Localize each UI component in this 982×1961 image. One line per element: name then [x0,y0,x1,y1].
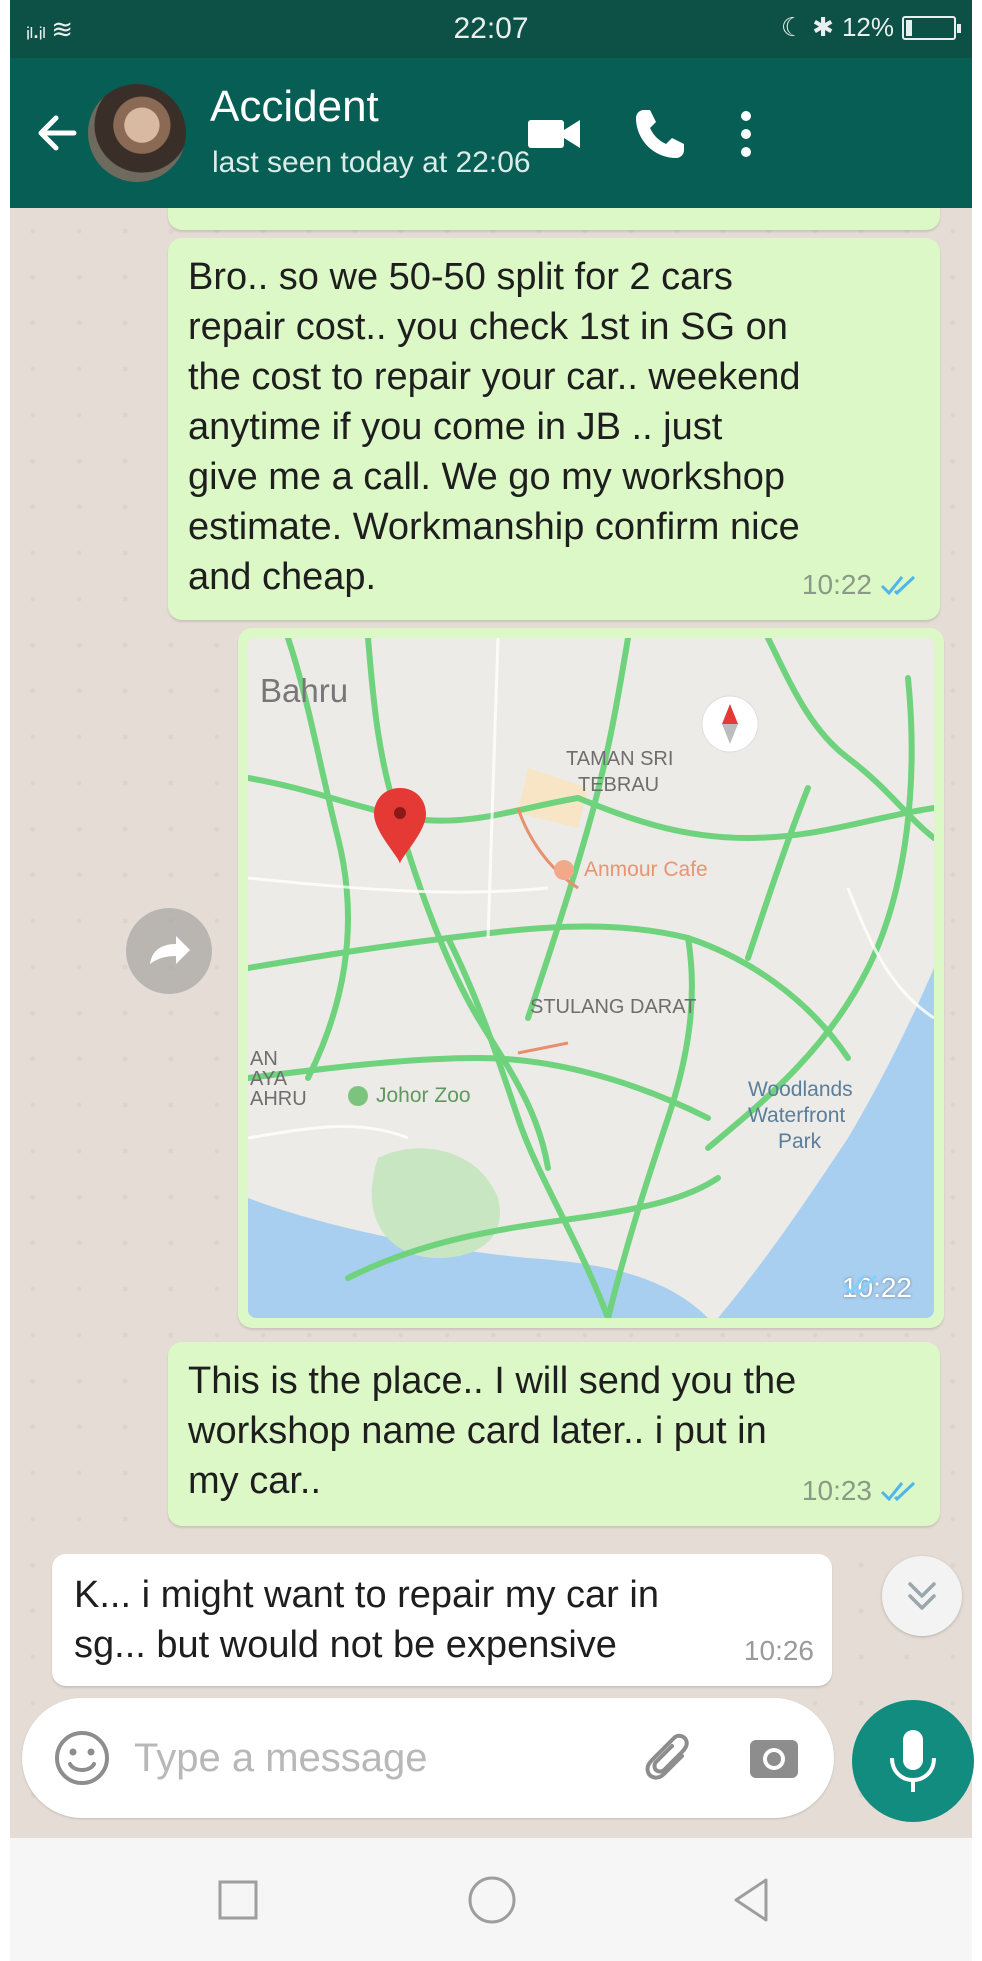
read-ticks-icon [880,575,916,596]
message-meta: 10:22 [802,560,922,610]
message-line: This is the place.. I will send you the [188,1360,797,1402]
voice-record-button[interactable] [852,1700,974,1822]
map-label: TEBRAU [578,774,660,796]
contact-name[interactable]: Accident [210,82,379,132]
forward-button[interactable] [126,908,212,994]
cafe-marker-icon [554,860,574,880]
back-arrow-icon[interactable] [30,106,84,160]
message-line: estimate. Workmanship confirm nice [188,506,800,548]
more-options-icon[interactable] [714,102,778,166]
read-ticks-icon [880,1481,916,1502]
last-seen-status: last seen today at 22:06 [212,146,531,179]
map-label: Waterfront [748,1104,846,1127]
status-bar: ᵢₗ.ᵢₗ ≋ 22:07 ☾ ✱ 12% [10,0,972,58]
read-ticks-icon [842,1274,877,1295]
battery-fill [906,19,912,36]
message-time: 10:26 [743,1635,814,1666]
message-time: 10:23 [801,1475,872,1506]
message-line: repair cost.. you check 1st in SG on [188,306,788,348]
message-line: give me a call. We go my workshop [188,456,785,498]
outgoing-message-bubble[interactable]: This is the place.. I will send you the … [168,1342,940,1526]
map-label: AHRU [250,1088,307,1110]
scroll-to-bottom-button[interactable] [882,1556,962,1636]
message-line: Bro.. so we 50-50 split for 2 cars [188,256,733,298]
map-compass-icon [701,695,759,753]
battery-icon [902,15,961,40]
map-roads [248,638,934,1318]
outgoing-message-bubble[interactable]: Bro.. so we 50-50 split for 2 cars repai… [168,238,940,620]
attach-icon[interactable] [636,1726,700,1790]
system-navigation-bar [10,1838,972,1961]
status-right-group: ☾ ✱ 12% [780,12,961,43]
map-label: Johor Zoo [376,1084,471,1107]
message-meta: 10:26 [744,1626,814,1676]
back-nav-icon[interactable] [722,1870,782,1930]
recent-apps-icon[interactable] [208,1870,268,1930]
message-line: sg... but would not be expensive [74,1624,617,1666]
map-label: Woodlands [748,1078,853,1101]
video-call-icon[interactable] [522,102,586,166]
avatar[interactable] [88,84,186,182]
map-label: Park [778,1130,822,1153]
map-label: TAMAN SRI [566,748,674,770]
message-line: K... i might want to repair my car in [74,1574,659,1616]
map-label: Anmour Cafe [584,858,708,881]
chat-area[interactable]: Bro.. so we 50-50 split for 2 cars repai… [10,208,972,1838]
previous-message-bubble[interactable] [168,208,940,230]
double-chevron-down-icon [908,1582,936,1610]
message-meta: 10:22 [842,1272,912,1304]
camera-icon[interactable] [742,1726,806,1790]
location-message-bubble[interactable]: Bahru TAMAN SRI TEBRAU Anmour Cafe STULA… [238,628,944,1328]
message-meta: 10:23 [802,1466,922,1516]
message-line: the cost to repair your car.. weekend [188,356,801,398]
zoo-marker-icon [348,1086,368,1106]
chat-header: Accident last seen today at 22:06 [10,58,972,208]
forward-icon [150,936,190,964]
bluetooth-icon: ✱ [812,12,834,42]
moon-icon: ☾ [780,12,805,42]
message-composer [22,1698,834,1818]
incoming-message-bubble[interactable]: K... i might want to repair my car in sg… [52,1554,832,1686]
home-icon[interactable] [462,1870,522,1930]
message-line: workshop name card later.. i put in [188,1410,767,1452]
battery-percent: 12% [841,12,894,42]
emoji-icon[interactable] [50,1726,114,1790]
phone-icon[interactable] [628,102,692,166]
message-time: 10:22 [801,569,872,600]
map-label: STULANG DARAT [530,996,697,1018]
message-input[interactable] [134,1728,614,1788]
microphone-icon [890,1730,936,1792]
map-label: Bahru [260,672,349,709]
map-preview[interactable]: Bahru TAMAN SRI TEBRAU Anmour Cafe STULA… [248,638,934,1318]
message-line: anytime if you come in JB .. just [188,406,723,448]
